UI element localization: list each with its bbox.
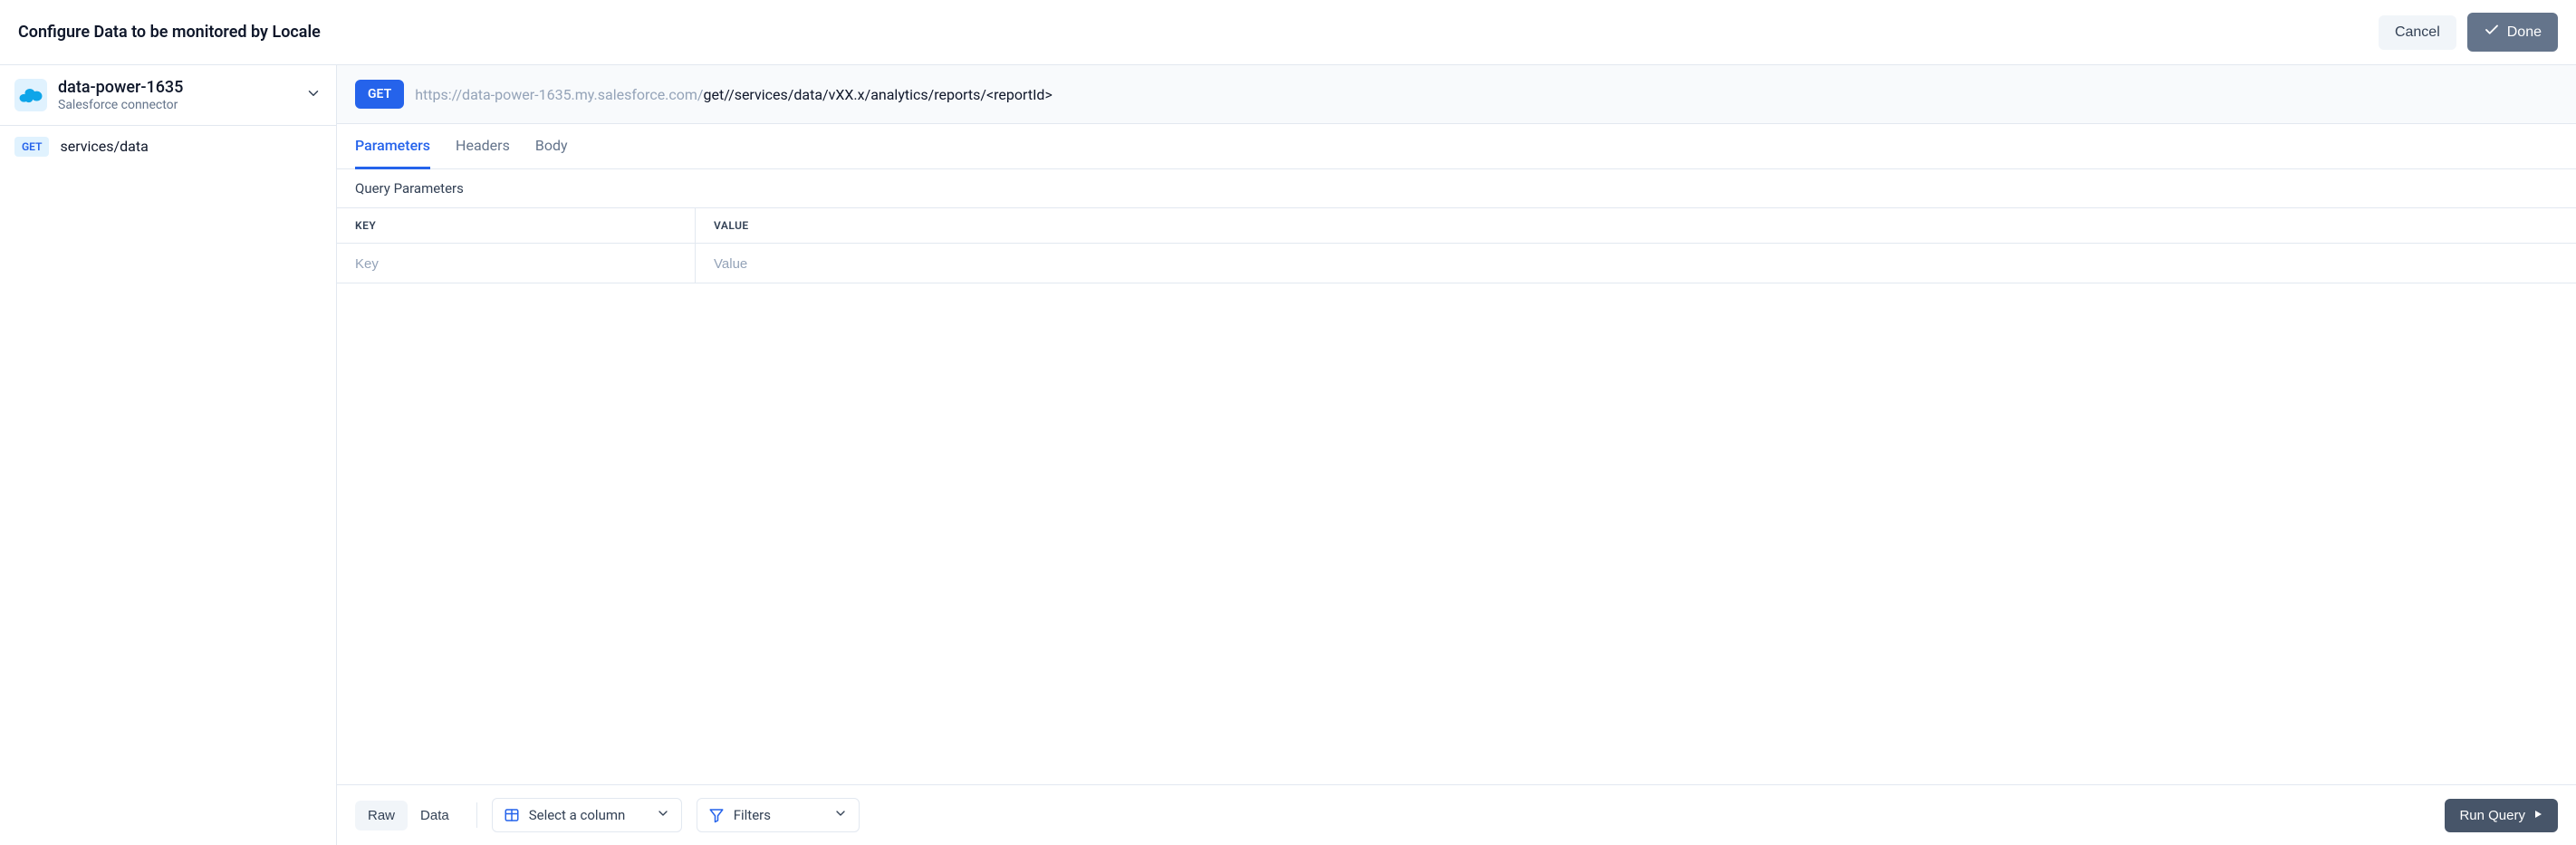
table-icon xyxy=(504,807,520,823)
tab-headers[interactable]: Headers xyxy=(456,124,510,169)
params-table: KEY VALUE xyxy=(337,208,2576,283)
done-button[interactable]: Done xyxy=(2467,13,2558,52)
play-icon xyxy=(2533,808,2543,823)
params-row xyxy=(337,244,2576,283)
params-key-header: KEY xyxy=(337,208,696,243)
filters-label: Filters xyxy=(734,807,824,823)
salesforce-icon xyxy=(14,79,47,111)
endpoint-label: services/data xyxy=(60,138,148,155)
method-badge-get: GET xyxy=(14,137,49,157)
query-parameters-heading: Query Parameters xyxy=(337,169,2576,208)
param-key-input[interactable] xyxy=(355,256,677,272)
sidebar: data-power-1635 Salesforce connector GET… xyxy=(0,65,337,845)
run-query-button[interactable]: Run Query xyxy=(2445,799,2558,832)
chevron-down-icon xyxy=(305,85,322,105)
page-title: Configure Data to be monitored by Locale xyxy=(18,23,321,42)
column-select-label: Select a column xyxy=(529,807,647,823)
header-actions: Cancel Done xyxy=(2379,13,2558,52)
done-button-label: Done xyxy=(2507,24,2542,41)
column-select[interactable]: Select a column xyxy=(492,798,682,832)
view-mode-segment: Raw Data xyxy=(355,801,462,831)
param-value-input[interactable] xyxy=(714,256,2558,272)
tab-body[interactable]: Body xyxy=(535,124,568,169)
connector-subtitle: Salesforce connector xyxy=(58,98,294,112)
request-url[interactable]: https://data-power-1635.my.salesforce.co… xyxy=(415,86,1053,103)
filter-icon xyxy=(708,807,725,823)
sidebar-endpoint-item[interactable]: GET services/data xyxy=(0,126,336,168)
method-pill[interactable]: GET xyxy=(355,80,404,109)
run-query-label: Run Query xyxy=(2459,808,2525,823)
chevron-down-icon xyxy=(833,806,848,824)
request-tabs: Parameters Headers Body xyxy=(337,124,2576,169)
request-path: get//services/data/vXX.x/analytics/repor… xyxy=(704,86,1053,103)
tab-parameters[interactable]: Parameters xyxy=(355,124,430,169)
cancel-button[interactable]: Cancel xyxy=(2379,15,2456,50)
filters-select[interactable]: Filters xyxy=(697,798,860,832)
divider xyxy=(476,802,477,828)
view-raw-button[interactable]: Raw xyxy=(355,801,408,831)
content-area: GET https://data-power-1635.my.salesforc… xyxy=(337,65,2576,845)
view-data-button[interactable]: Data xyxy=(408,801,462,831)
params-value-header: VALUE xyxy=(696,208,2576,243)
connector-selector[interactable]: data-power-1635 Salesforce connector xyxy=(0,65,336,126)
chevron-down-icon xyxy=(656,806,670,824)
check-icon xyxy=(2484,22,2500,43)
connector-name: data-power-1635 xyxy=(58,78,294,98)
request-url-bar: GET https://data-power-1635.my.salesforc… xyxy=(337,65,2576,124)
results-toolbar: Raw Data Select a column Filters xyxy=(337,784,2576,845)
request-base-url: https://data-power-1635.my.salesforce.co… xyxy=(415,86,703,103)
